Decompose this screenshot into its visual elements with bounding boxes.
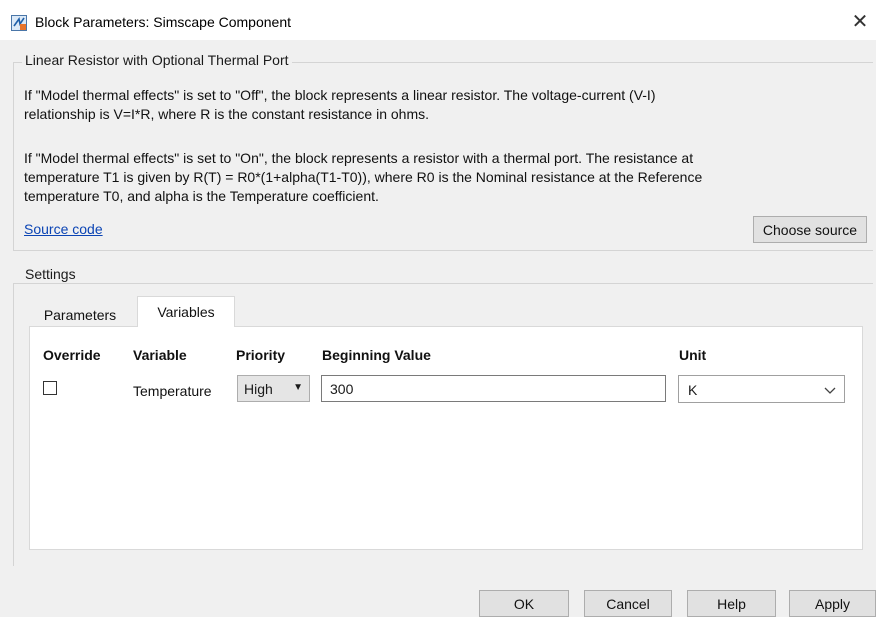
help-button[interactable]: Help (687, 590, 776, 617)
description-line: If "Model thermal effects" is set to "On… (24, 150, 694, 166)
description-group-title: Linear Resistor with Optional Thermal Po… (22, 52, 292, 68)
tab-variables[interactable]: Variables (137, 296, 235, 327)
header-beginning-value: Beginning Value (322, 347, 431, 363)
description-line: temperature T1 is given by R(T) = R0*(1+… (24, 169, 703, 185)
ok-button[interactable]: OK (479, 590, 569, 617)
settings-group-title: Settings (22, 266, 79, 282)
header-override: Override (43, 347, 101, 363)
unit-value: K (688, 382, 698, 398)
override-checkbox[interactable] (43, 381, 57, 395)
variable-name: Temperature (133, 383, 212, 399)
header-variable: Variable (133, 347, 187, 363)
priority-value: High (244, 381, 273, 397)
source-code-link[interactable]: Source code (24, 221, 103, 237)
beginning-value-input[interactable]: 300 (321, 375, 666, 402)
description-line: temperature T0, and alpha is the Tempera… (24, 188, 379, 204)
priority-dropdown[interactable]: High ▼ (237, 375, 310, 402)
chevron-down-icon (824, 380, 836, 403)
header-unit: Unit (679, 347, 707, 363)
cancel-button[interactable]: Cancel (584, 590, 672, 617)
window-title: Block Parameters: Simscape Component (35, 14, 291, 30)
beginning-value-text: 300 (330, 381, 354, 397)
description-paragraph-1: If "Model thermal effects" is set to "Of… (24, 86, 854, 124)
simulink-block-icon (11, 15, 27, 31)
header-priority: Priority (236, 347, 286, 363)
description-line: If "Model thermal effects" is set to "Of… (24, 87, 656, 103)
description-line: relationship is V=I*R, where R is the co… (24, 106, 430, 122)
close-icon[interactable]: ✕ (846, 8, 874, 36)
choose-source-button[interactable]: Choose source (753, 216, 867, 243)
tab-parameters[interactable]: Parameters (26, 300, 134, 326)
title-bar: Block Parameters: Simscape Component ✕ (0, 0, 876, 40)
description-paragraph-2: If "Model thermal effects" is set to "On… (24, 149, 854, 206)
unit-dropdown[interactable]: K (678, 375, 845, 403)
apply-button[interactable]: Apply (789, 590, 876, 617)
caret-down-icon: ▼ (293, 382, 303, 393)
